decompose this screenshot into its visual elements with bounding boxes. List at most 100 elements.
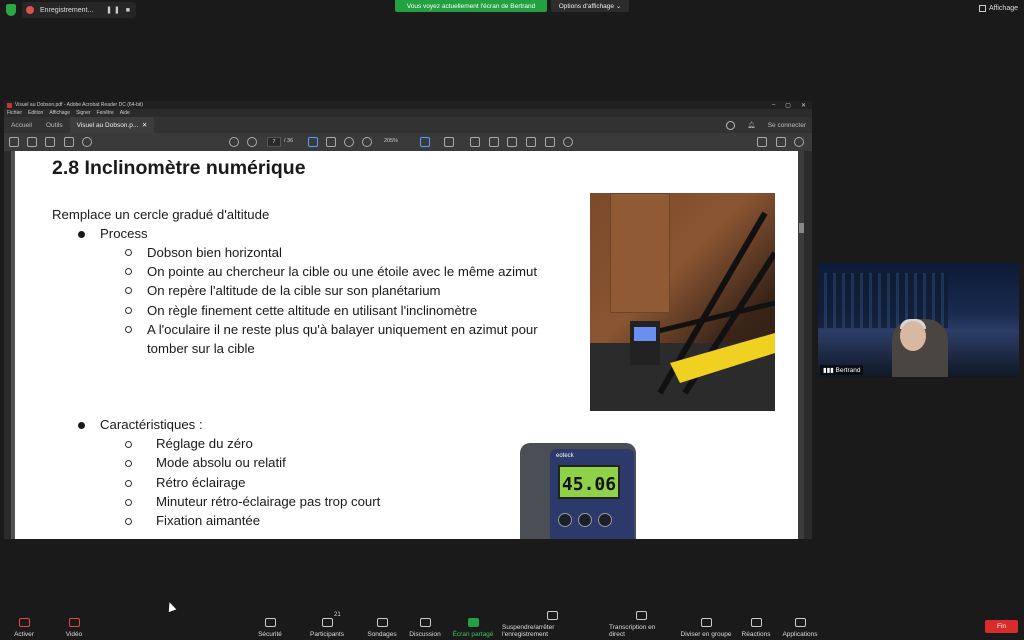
rotate-icon[interactable] [563, 137, 573, 147]
acrobat-title-bar: Visuel au Dobson.pdf - Adobe Acrobat Rea… [4, 101, 812, 109]
char-item: Réglage du zéro [156, 436, 253, 451]
pdf-page: 2.8 Inclinomètre numérique Remplace un c… [15, 151, 800, 539]
hand-icon[interactable] [326, 137, 336, 147]
acrobat-tabs: Accueil Outils Visuel au Dobson.p... ✕ 🔔… [4, 117, 812, 133]
char-item: Fixation aimantée [156, 513, 261, 528]
participants-button[interactable]: Participants [306, 610, 348, 640]
recording-label: Enregistrement... [40, 6, 94, 14]
draw-icon[interactable] [507, 137, 517, 147]
security-button[interactable]: Sécurité [254, 610, 286, 640]
star-icon[interactable] [27, 137, 37, 147]
pause-stop-icon [546, 611, 558, 620]
reactions-button[interactable]: Réactions [740, 610, 772, 640]
end-meeting-button[interactable]: Fin [985, 620, 1018, 633]
shield-icon [264, 618, 276, 627]
document-area: 2.8 Inclinomètre numérique Remplace un c… [4, 151, 812, 539]
recording-dot-icon [26, 6, 34, 14]
share-link-icon[interactable] [757, 137, 767, 147]
process-item: Dobson bien horizontal [147, 245, 282, 260]
inclinometer-photo: eoteck 45.06 [520, 443, 636, 539]
menu-edition[interactable]: Edition [28, 110, 43, 116]
device-buttons [558, 513, 612, 527]
polls-button[interactable]: Sondages [366, 610, 398, 640]
account-icon[interactable] [794, 137, 804, 147]
cc-icon [635, 611, 647, 620]
maximize-icon[interactable]: ▢ [785, 102, 791, 109]
scroll-mode-icon[interactable] [444, 137, 454, 147]
menu-affichage[interactable]: Affichage [49, 110, 70, 116]
tab-document[interactable]: Visuel au Dobson.p... ✕ [69, 117, 155, 133]
zoom-out-icon[interactable] [344, 137, 354, 147]
live-transcript-button[interactable]: Transcription en direct [609, 610, 673, 640]
video-button[interactable]: Vidéo [60, 610, 88, 640]
slide-intro: Remplace un cercle gradué d'altitude [52, 207, 270, 222]
pdf-icon [7, 102, 12, 108]
comment-icon[interactable] [470, 137, 480, 147]
right-panel-toggle[interactable] [804, 151, 812, 539]
highlight-icon[interactable] [489, 137, 499, 147]
select-cursor-icon[interactable] [308, 137, 318, 147]
participant-name: ▮▮▮ Bertrand [820, 365, 864, 375]
apps-button[interactable]: Applications [780, 610, 820, 640]
bell-icon[interactable]: 🔔︎ [747, 121, 755, 129]
sign-icon[interactable] [526, 137, 536, 147]
page-total: / 36 [284, 138, 294, 144]
chat-icon [419, 618, 431, 627]
circle-bullet-icon [125, 268, 132, 275]
recording-control-button[interactable]: Suspendre/arrêter l'enregistrement [502, 610, 602, 640]
process-item: On repère l'altitude de la cible sur son… [147, 283, 441, 298]
menu-fichier[interactable]: Fichier [7, 110, 22, 116]
signin-button[interactable]: Se connecter [768, 122, 806, 129]
zoom-toolbar: Activer Vidéo Sécurité Participants 21 S… [0, 610, 1024, 640]
telescope-photo [590, 193, 775, 411]
share-screen-button[interactable]: Écran partagé [452, 610, 494, 640]
char-item: Rétro éclairage [156, 475, 246, 490]
view-options-button[interactable]: Options d'affichage ⌄ [551, 0, 629, 12]
participant-video[interactable]: ▮▮▮ Bertrand [818, 263, 1019, 377]
circle-bullet-icon [125, 480, 132, 487]
upload-icon[interactable] [45, 137, 55, 147]
save-icon[interactable] [9, 137, 19, 147]
circle-bullet-icon [125, 518, 132, 525]
menu-signer[interactable]: Signer [76, 110, 90, 116]
emoji-icon [750, 618, 762, 627]
mic-muted-icon [18, 618, 30, 627]
left-panel-toggle[interactable] [4, 151, 11, 539]
pause-stop-icon[interactable]: ❚❚ ■ [106, 6, 132, 14]
tab-outils[interactable]: Outils [39, 117, 70, 133]
breakout-rooms-button[interactable]: Diviser en groupe [680, 610, 732, 640]
menu-aide[interactable]: Aide [120, 110, 130, 116]
chart-icon [376, 618, 388, 627]
section-process: Process [100, 226, 148, 241]
zoom-level[interactable]: 205% [384, 138, 398, 144]
share-banner: Vous voyez actuellement l'écran de Bertr… [395, 0, 547, 12]
minimize-icon[interactable]: – [772, 102, 775, 109]
tab-accueil[interactable]: Accueil [4, 117, 39, 133]
help-icon[interactable] [726, 120, 736, 130]
page-number-input[interactable]: 7 [267, 137, 281, 147]
search-icon[interactable] [82, 137, 92, 147]
apps-icon [794, 618, 806, 627]
print-icon[interactable] [64, 137, 74, 147]
menu-fenetre[interactable]: Fenêtre [97, 110, 114, 116]
next-page-icon[interactable] [247, 137, 257, 147]
recording-indicator[interactable]: Enregistrement... ❚❚ ■ [22, 2, 136, 18]
slide-title: 2.8 Inclinomètre numérique [52, 157, 306, 179]
prev-page-icon[interactable] [229, 137, 239, 147]
process-item: On règle finement cette altitude en util… [147, 303, 478, 318]
chat-button[interactable]: Discussion [408, 610, 442, 640]
circle-bullet-icon [125, 326, 132, 333]
window-title: Visuel au Dobson.pdf - Adobe Acrobat Rea… [15, 102, 144, 108]
unmute-button[interactable]: Activer [10, 610, 38, 640]
close-icon[interactable]: ✕ [801, 102, 806, 109]
view-button[interactable]: Affichage [978, 5, 1018, 12]
zoom-in-icon[interactable] [362, 137, 372, 147]
grid-icon [700, 618, 712, 627]
security-shield-icon[interactable] [6, 4, 16, 16]
acrobat-window: Visuel au Dobson.pdf - Adobe Acrobat Rea… [4, 101, 812, 539]
fit-page-icon[interactable] [420, 137, 430, 147]
mail-icon[interactable] [776, 137, 786, 147]
people-icon [321, 618, 333, 627]
delete-icon[interactable] [545, 137, 555, 147]
telescope-drawing [630, 211, 775, 395]
